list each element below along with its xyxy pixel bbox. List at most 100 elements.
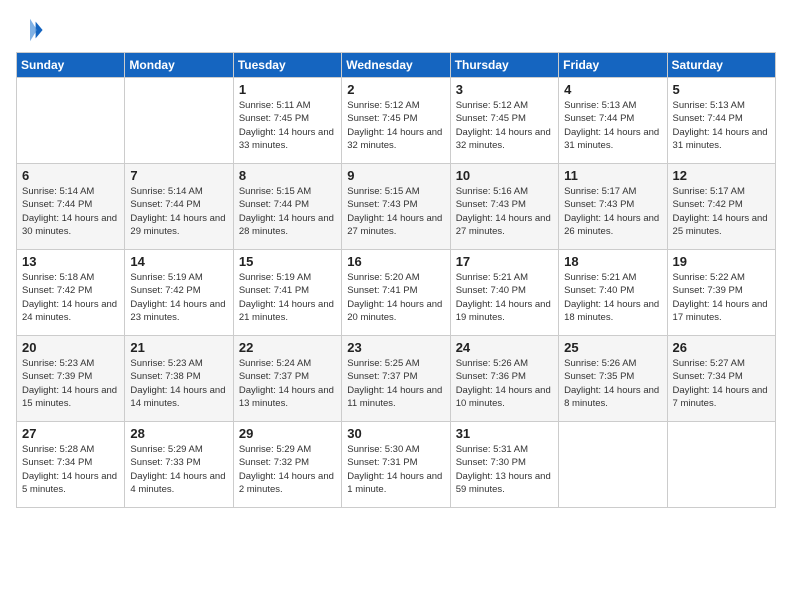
weekday-header: Wednesday (342, 53, 450, 78)
calendar-cell: 27 Sunrise: 5:28 AMSunset: 7:34 PMDayligh… (17, 422, 125, 508)
calendar-cell: 2Sunrise: 5:12 AMSunset: 7:45 PMDaylight… (342, 78, 450, 164)
day-info: Sunrise: 5:22 AMSunset: 7:39 PMDaylight:… (673, 271, 770, 324)
calendar-cell (17, 78, 125, 164)
day-info: Sunrise: 5:19 AMSunset: 7:41 PMDaylight:… (239, 271, 336, 324)
calendar-cell: 28 Sunrise: 5:29 AMSunset: 7:33 PMDayligh… (125, 422, 233, 508)
calendar-cell: 13 Sunrise: 5:18 AMSunset: 7:42 PMDayligh… (17, 250, 125, 336)
calendar-cell: 23 Sunrise: 5:25 AMSunset: 7:37 PMDayligh… (342, 336, 450, 422)
day-info: Sunrise: 5:20 AMSunset: 7:41 PMDaylight:… (347, 271, 444, 324)
day-info: Sunrise: 5:14 AMSunset: 7:44 PMDaylight:… (130, 185, 227, 238)
calendar-cell: 11 Sunrise: 5:17 AMSunset: 7:43 PMDayligh… (559, 164, 667, 250)
calendar-cell: 17 Sunrise: 5:21 AMSunset: 7:40 PMDayligh… (450, 250, 558, 336)
day-info: Sunrise: 5:14 AMSunset: 7:44 PMDaylight:… (22, 185, 119, 238)
calendar-cell: 5Sunrise: 5:13 AMSunset: 7:44 PMDaylight… (667, 78, 775, 164)
calendar-cell: 6 Sunrise: 5:14 AMSunset: 7:44 PMDaylight… (17, 164, 125, 250)
day-info: Sunrise: 5:15 AMSunset: 7:44 PMDaylight:… (239, 185, 336, 238)
weekday-header: Thursday (450, 53, 558, 78)
weekday-header: Sunday (17, 53, 125, 78)
calendar-cell: 3Sunrise: 5:12 AMSunset: 7:45 PMDaylight… (450, 78, 558, 164)
day-number: 12 (673, 168, 770, 183)
day-number: 6 (22, 168, 119, 183)
calendar-cell: 19 Sunrise: 5:22 AMSunset: 7:39 PMDayligh… (667, 250, 775, 336)
calendar-cell: 31 Sunrise: 5:31 AMSunset: 7:30 PMDayligh… (450, 422, 558, 508)
calendar-week-row: 20 Sunrise: 5:23 AMSunset: 7:39 PMDayligh… (17, 336, 776, 422)
day-info: Sunrise: 5:23 AMSunset: 7:38 PMDaylight:… (130, 357, 227, 410)
calendar-cell: 21 Sunrise: 5:23 AMSunset: 7:38 PMDayligh… (125, 336, 233, 422)
day-info: Sunrise: 5:21 AMSunset: 7:40 PMDaylight:… (564, 271, 661, 324)
calendar-cell: 18 Sunrise: 5:21 AMSunset: 7:40 PMDayligh… (559, 250, 667, 336)
day-info: Sunrise: 5:26 AMSunset: 7:36 PMDaylight:… (456, 357, 553, 410)
day-number: 8 (239, 168, 336, 183)
calendar-cell: 10 Sunrise: 5:16 AMSunset: 7:43 PMDayligh… (450, 164, 558, 250)
calendar-cell: 7 Sunrise: 5:14 AMSunset: 7:44 PMDaylight… (125, 164, 233, 250)
day-number: 18 (564, 254, 661, 269)
day-info: Sunrise: 5:15 AMSunset: 7:43 PMDaylight:… (347, 185, 444, 238)
day-number: 15 (239, 254, 336, 269)
day-number: 21 (130, 340, 227, 355)
weekday-header: Tuesday (233, 53, 341, 78)
calendar-cell (667, 422, 775, 508)
calendar-cell: 16Sunrise: 5:20 AMSunset: 7:41 PMDayligh… (342, 250, 450, 336)
calendar-week-row: 27 Sunrise: 5:28 AMSunset: 7:34 PMDayligh… (17, 422, 776, 508)
day-info: Sunrise: 5:17 AMSunset: 7:43 PMDaylight:… (564, 185, 661, 238)
day-info: Sunrise: 5:16 AMSunset: 7:43 PMDaylight:… (456, 185, 553, 238)
day-info: Sunrise: 5:29 AMSunset: 7:33 PMDaylight:… (130, 443, 227, 496)
day-info: Sunrise: 5:18 AMSunset: 7:42 PMDaylight:… (22, 271, 119, 324)
calendar-cell: 30 Sunrise: 5:30 AMSunset: 7:31 PMDayligh… (342, 422, 450, 508)
day-info: Sunrise: 5:29 AMSunset: 7:32 PMDaylight:… (239, 443, 336, 496)
day-info: Sunrise: 5:31 AMSunset: 7:30 PMDaylight:… (456, 443, 553, 496)
day-number: 10 (456, 168, 553, 183)
day-info: Sunrise: 5:13 AMSunset: 7:44 PMDaylight:… (564, 99, 661, 152)
day-number: 7 (130, 168, 227, 183)
weekday-header-row: SundayMondayTuesdayWednesdayThursdayFrid… (17, 53, 776, 78)
day-number: 14 (130, 254, 227, 269)
day-info: Sunrise: 5:26 AMSunset: 7:35 PMDaylight:… (564, 357, 661, 410)
calendar-cell: 15 Sunrise: 5:19 AMSunset: 7:41 PMDayligh… (233, 250, 341, 336)
day-number: 28 (130, 426, 227, 441)
calendar-cell: 26Sunrise: 5:27 AMSunset: 7:34 PMDayligh… (667, 336, 775, 422)
day-info: Sunrise: 5:12 AMSunset: 7:45 PMDaylight:… (347, 99, 444, 152)
calendar-week-row: 1Sunrise: 5:11 AMSunset: 7:45 PMDaylight… (17, 78, 776, 164)
calendar-week-row: 6 Sunrise: 5:14 AMSunset: 7:44 PMDaylight… (17, 164, 776, 250)
day-number: 27 (22, 426, 119, 441)
day-info: Sunrise: 5:13 AMSunset: 7:44 PMDaylight:… (673, 99, 770, 152)
logo (16, 16, 48, 44)
day-info: Sunrise: 5:17 AMSunset: 7:42 PMDaylight:… (673, 185, 770, 238)
day-info: Sunrise: 5:28 AMSunset: 7:34 PMDaylight:… (22, 443, 119, 496)
day-number: 13 (22, 254, 119, 269)
day-info: Sunrise: 5:24 AMSunset: 7:37 PMDaylight:… (239, 357, 336, 410)
day-info: Sunrise: 5:19 AMSunset: 7:42 PMDaylight:… (130, 271, 227, 324)
day-info: Sunrise: 5:12 AMSunset: 7:45 PMDaylight:… (456, 99, 553, 152)
day-number: 29 (239, 426, 336, 441)
day-info: Sunrise: 5:27 AMSunset: 7:34 PMDaylight:… (673, 357, 770, 410)
logo-icon (16, 16, 44, 44)
calendar-cell: 14 Sunrise: 5:19 AMSunset: 7:42 PMDayligh… (125, 250, 233, 336)
calendar-cell: 12 Sunrise: 5:17 AMSunset: 7:42 PMDayligh… (667, 164, 775, 250)
calendar-cell: 22 Sunrise: 5:24 AMSunset: 7:37 PMDayligh… (233, 336, 341, 422)
calendar-cell (559, 422, 667, 508)
day-number: 30 (347, 426, 444, 441)
day-number: 31 (456, 426, 553, 441)
day-number: 11 (564, 168, 661, 183)
calendar-cell: 20 Sunrise: 5:23 AMSunset: 7:39 PMDayligh… (17, 336, 125, 422)
calendar-cell: 8 Sunrise: 5:15 AMSunset: 7:44 PMDaylight… (233, 164, 341, 250)
calendar-cell: 9Sunrise: 5:15 AMSunset: 7:43 PMDaylight… (342, 164, 450, 250)
calendar-cell: 24 Sunrise: 5:26 AMSunset: 7:36 PMDayligh… (450, 336, 558, 422)
day-number: 1 (239, 82, 336, 97)
calendar-cell: 29 Sunrise: 5:29 AMSunset: 7:32 PMDayligh… (233, 422, 341, 508)
calendar-week-row: 13 Sunrise: 5:18 AMSunset: 7:42 PMDayligh… (17, 250, 776, 336)
day-number: 4 (564, 82, 661, 97)
day-info: Sunrise: 5:23 AMSunset: 7:39 PMDaylight:… (22, 357, 119, 410)
weekday-header: Monday (125, 53, 233, 78)
day-number: 20 (22, 340, 119, 355)
day-number: 17 (456, 254, 553, 269)
weekday-header: Saturday (667, 53, 775, 78)
weekday-header: Friday (559, 53, 667, 78)
day-info: Sunrise: 5:25 AMSunset: 7:37 PMDaylight:… (347, 357, 444, 410)
day-number: 23 (347, 340, 444, 355)
day-info: Sunrise: 5:30 AMSunset: 7:31 PMDaylight:… (347, 443, 444, 496)
day-number: 24 (456, 340, 553, 355)
day-info: Sunrise: 5:21 AMSunset: 7:40 PMDaylight:… (456, 271, 553, 324)
day-number: 22 (239, 340, 336, 355)
day-number: 19 (673, 254, 770, 269)
